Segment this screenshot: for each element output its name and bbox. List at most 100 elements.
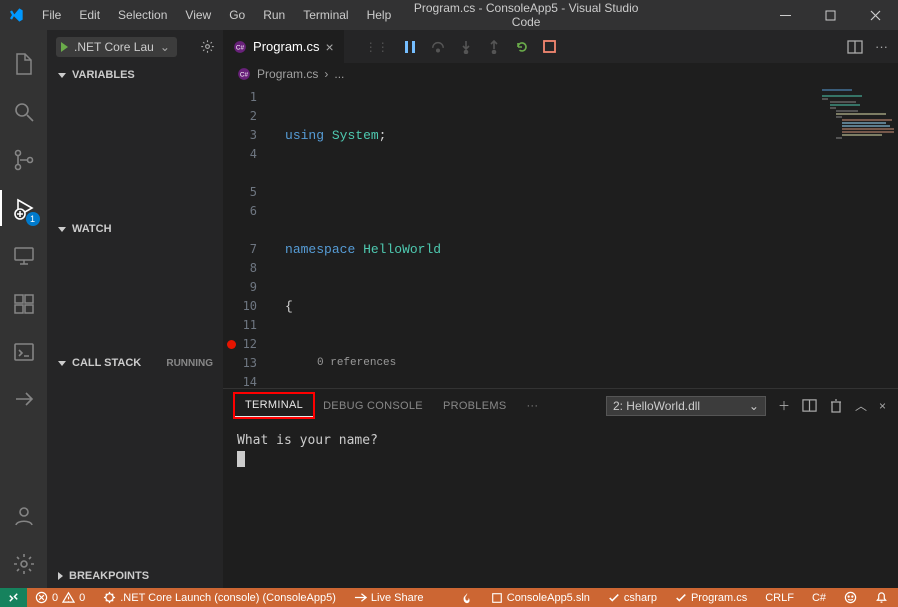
run-debug-icon[interactable]: 1 [0, 184, 48, 232]
main-area: 1 .NET Core Lau ⌄ [0, 30, 898, 588]
tab-debug-console[interactable]: DEBUG CONSOLE [313, 395, 433, 417]
vscode-logo-icon [8, 7, 24, 23]
program-status[interactable]: Program.cs [671, 592, 751, 604]
tab-terminal[interactable]: TERMINAL [235, 394, 313, 417]
breadcrumb-file: Program.cs [257, 67, 318, 81]
svg-text:C#: C# [240, 71, 249, 78]
panel-tabs: TERMINAL DEBUG CONSOLE PROBLEMS ··· 2: H… [223, 389, 898, 422]
drag-grip-icon[interactable]: ⋮⋮ [365, 40, 389, 54]
chevron-down-icon [58, 227, 66, 232]
more-tabs-icon[interactable]: ··· [516, 395, 548, 417]
kill-terminal-icon[interactable] [829, 399, 843, 413]
menu-run[interactable]: Run [255, 4, 293, 26]
menu-bar: File Edit Selection View Go Run Terminal… [34, 4, 399, 26]
maximize-button[interactable] [808, 0, 853, 30]
menu-terminal[interactable]: Terminal [295, 4, 356, 26]
editor-body[interactable]: 1 2 3 4 5 6 7 8 9 10 11 12 13 14 15 usin… [223, 85, 898, 388]
editor-tabs: C# Program.cs × ⋮⋮ ··· [223, 30, 898, 63]
flame-icon[interactable] [457, 592, 477, 604]
restart-icon[interactable] [515, 40, 529, 54]
svg-text:C#: C# [236, 44, 245, 51]
codelens-references[interactable]: 0 references [285, 357, 396, 369]
code-area[interactable]: using System; namespace HelloWorld { 0 r… [271, 85, 818, 388]
stop-icon[interactable] [543, 40, 557, 54]
solution-status[interactable]: ConsoleApp5.sln [487, 592, 594, 604]
feedback-icon[interactable] [840, 591, 861, 604]
terminal-selected: 2: HelloWorld.dll [613, 399, 700, 413]
split-terminal-icon[interactable] [802, 398, 817, 413]
terminal-selector[interactable]: 2: HelloWorld.dll ⌄ [606, 396, 766, 416]
variables-section[interactable]: VARIABLES [48, 63, 223, 87]
debug-badge: 1 [26, 212, 40, 226]
menu-go[interactable]: Go [221, 4, 253, 26]
chevron-right-icon [58, 572, 63, 580]
menu-file[interactable]: File [34, 4, 69, 26]
step-over-icon[interactable] [431, 40, 445, 54]
encoding-status[interactable]: CRLF [761, 592, 798, 604]
csharp-file-icon: C# [233, 40, 247, 54]
maximize-panel-icon[interactable]: ︿ [855, 397, 867, 414]
debug-sidebar: .NET Core Lau ⌄ VARIABLES WATCH CALL STA… [48, 30, 223, 588]
status-bar: 0 0 .NET Core Launch (console) (ConsoleA… [0, 588, 898, 607]
window-title: Program.cs - ConsoleApp5 - Visual Studio… [399, 1, 653, 29]
gear-icon[interactable] [200, 39, 215, 54]
breakpoint-marker[interactable]: 12 [223, 335, 257, 354]
explorer-icon[interactable] [0, 40, 48, 88]
window-controls [763, 0, 898, 30]
language-status[interactable]: C# [808, 592, 830, 604]
step-out-icon[interactable] [487, 40, 501, 54]
more-actions-icon[interactable]: ··· [875, 39, 888, 54]
chevron-down-icon[interactable]: ⌄ [160, 40, 170, 54]
pause-icon[interactable] [403, 40, 417, 54]
breakpoints-section[interactable]: BREAKPOINTS [48, 564, 223, 588]
menu-view[interactable]: View [177, 4, 219, 26]
split-editor-icon[interactable] [847, 39, 863, 55]
start-debug-icon[interactable] [61, 42, 68, 52]
csharp-status[interactable]: csharp [604, 592, 661, 604]
line-gutter: 1 2 3 4 5 6 7 8 9 10 11 12 13 14 15 [223, 85, 271, 388]
terminal-cursor [237, 451, 245, 467]
watch-label: WATCH [72, 223, 112, 235]
debug-floating-toolbar[interactable]: ⋮⋮ [357, 30, 565, 63]
breadcrumb[interactable]: C# Program.cs › ... [223, 63, 898, 85]
debug-toolbar: .NET Core Lau ⌄ [48, 30, 223, 63]
callstack-section[interactable]: CALL STACK RUNNING [48, 351, 223, 375]
watch-section[interactable]: WATCH [48, 217, 223, 241]
minimize-button[interactable] [763, 0, 808, 30]
terminal-activity-icon[interactable] [0, 328, 48, 376]
new-terminal-icon[interactable]: ＋ [778, 397, 790, 414]
terminal-output[interactable]: What is your name? [223, 422, 898, 588]
search-icon[interactable] [0, 88, 48, 136]
notifications-icon[interactable] [871, 591, 892, 604]
debug-launch-status[interactable]: .NET Core Launch (console) (ConsoleApp5) [99, 591, 340, 604]
source-control-icon[interactable] [0, 136, 48, 184]
close-icon[interactable]: × [326, 39, 334, 55]
tab-problems[interactable]: PROBLEMS [433, 395, 517, 417]
callstack-status: RUNNING [166, 358, 213, 369]
breadcrumb-rest: ... [334, 67, 344, 81]
editor-zone: C# Program.cs × ⋮⋮ ··· C# [223, 30, 898, 588]
tab-label: Program.cs [253, 39, 319, 54]
callstack-label: CALL STACK [72, 357, 141, 369]
step-into-icon[interactable] [459, 40, 473, 54]
menu-help[interactable]: Help [359, 4, 400, 26]
live-share-status[interactable]: Live Share [350, 591, 428, 604]
extensions-icon[interactable] [0, 280, 48, 328]
breakpoints-label: BREAKPOINTS [69, 570, 149, 582]
panel: TERMINAL DEBUG CONSOLE PROBLEMS ··· 2: H… [223, 388, 898, 588]
variables-label: VARIABLES [72, 69, 135, 81]
launch-config-selector[interactable]: .NET Core Lau ⌄ [56, 37, 177, 57]
menu-selection[interactable]: Selection [110, 4, 175, 26]
title-bar: File Edit Selection View Go Run Terminal… [0, 0, 898, 30]
errors-warnings[interactable]: 0 0 [31, 591, 89, 604]
remote-explorer-icon[interactable] [0, 232, 48, 280]
accounts-icon[interactable] [0, 492, 48, 540]
editor-tab-program[interactable]: C# Program.cs × [223, 30, 345, 63]
minimap[interactable] [818, 85, 898, 388]
live-share-icon[interactable] [0, 376, 48, 424]
menu-edit[interactable]: Edit [71, 4, 108, 26]
close-button[interactable] [853, 0, 898, 30]
remote-indicator[interactable] [0, 588, 27, 607]
close-panel-icon[interactable]: × [879, 399, 886, 413]
settings-icon[interactable] [0, 540, 48, 588]
